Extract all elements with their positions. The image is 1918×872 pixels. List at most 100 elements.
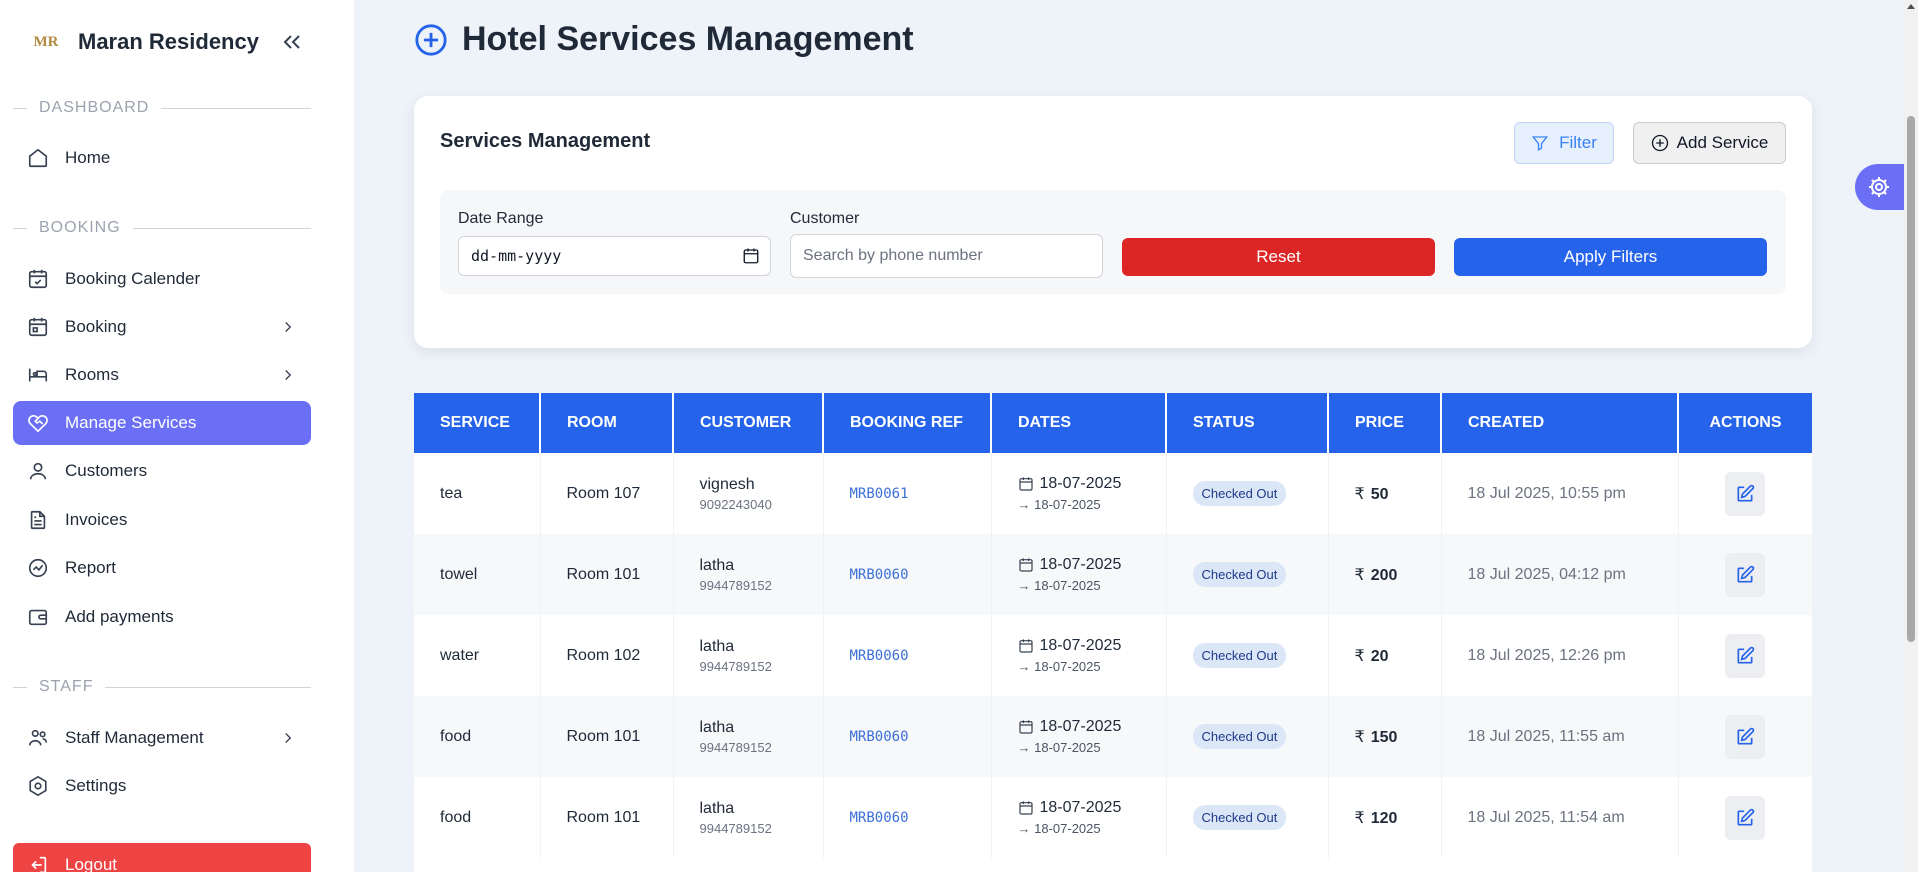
- customer-phone: 9944789152: [699, 577, 772, 593]
- room-cell: Room 102: [540, 615, 674, 696]
- brand[interactable]: MR Maran Residency: [30, 22, 259, 62]
- plus-circle-icon: [1651, 134, 1668, 152]
- services-table: SERVICE ROOM CUSTOMER BOOKING REF DATES …: [414, 393, 1812, 858]
- customer-name: vignesh: [699, 475, 755, 493]
- table-row[interactable]: towel Room 101 latha 9944789152 MRB0060 18-07…: [414, 534, 1812, 615]
- column-header[interactable]: CUSTOMER: [673, 393, 824, 453]
- price-cell: ₹200: [1328, 534, 1442, 615]
- edit-button[interactable]: [1725, 795, 1766, 840]
- date-to-line: → 18-07-2025: [1017, 740, 1101, 755]
- rupee-icon: ₹: [1354, 809, 1365, 827]
- price-value: 150: [1370, 728, 1398, 746]
- table-row[interactable]: tea Room 107 vignesh 9092243040 MRB0061 18-07…: [414, 453, 1812, 534]
- booking-ref-cell: MRB0060: [823, 534, 992, 615]
- date-to: 18-07-2025: [1034, 659, 1101, 674]
- rupee-icon: ₹: [1354, 485, 1365, 503]
- sidebar-item-add-payments[interactable]: Add payments: [13, 595, 311, 639]
- column-header[interactable]: SERVICE: [414, 393, 541, 453]
- sidebar-item-label: Home: [65, 148, 111, 167]
- sidebar-item-manage-services[interactable]: Manage Services: [13, 401, 311, 445]
- column-header[interactable]: STATUS: [1166, 393, 1329, 453]
- customer-phone: 9944789152: [699, 820, 772, 836]
- created-value: 18 Jul 2025, 11:55 am: [1467, 727, 1625, 745]
- add-service-button[interactable]: Add Service: [1633, 122, 1786, 164]
- sidebar-item-label: Report: [65, 558, 117, 577]
- room-cell: Room 101: [540, 696, 674, 777]
- edit-button[interactable]: [1725, 714, 1766, 759]
- column-header[interactable]: DATES: [991, 393, 1167, 453]
- booking-ref-link[interactable]: MRB0060: [850, 810, 909, 826]
- filter-panel: Date Range dd-mm-yyyy Customer Search by…: [440, 190, 1786, 294]
- booking-ref-cell: MRB0060: [823, 615, 992, 696]
- calendar-icon: [1018, 639, 1033, 653]
- dates-cell: 18-07-2025 → 18-07-2025: [991, 777, 1167, 858]
- calendar-icon: [1018, 477, 1033, 491]
- edit-button[interactable]: [1725, 633, 1766, 678]
- customer-cell: vignesh 9092243040: [673, 453, 824, 534]
- apply-filters-button[interactable]: Apply Filters: [1454, 238, 1767, 276]
- sidebar-item-customers[interactable]: Customers: [13, 449, 311, 493]
- brand-logo: MR: [33, 33, 59, 50]
- booking-ref-link[interactable]: MRB0060: [850, 567, 909, 583]
- created-cell: 18 Jul 2025, 10:55 pm: [1441, 453, 1679, 534]
- calendar-icon[interactable]: [742, 247, 760, 265]
- sidebar-item-booking[interactable]: Booking: [13, 305, 311, 349]
- booking-ref-link[interactable]: MRB0060: [850, 729, 909, 745]
- column-header[interactable]: BOOKING REF: [823, 393, 992, 453]
- table-row[interactable]: food Room 101 latha 9944789152 MRB0060 18-07-…: [414, 696, 1812, 777]
- sidebar-item-booking-calender[interactable]: Booking Calender: [13, 257, 311, 301]
- column-header[interactable]: PRICE: [1328, 393, 1442, 453]
- table-header-row: SERVICE ROOM CUSTOMER BOOKING REF DATES …: [414, 393, 1812, 453]
- table-row[interactable]: food Room 101 latha 9944789152 MRB0060 18-07-…: [414, 777, 1812, 858]
- sidebar-item-home[interactable]: Home: [13, 136, 311, 180]
- edit-button[interactable]: [1725, 552, 1766, 597]
- edit-icon: [1737, 484, 1755, 501]
- actions-cell: [1678, 777, 1812, 858]
- collapse-sidebar-icon[interactable]: [280, 30, 304, 54]
- table-row[interactable]: water Room 102 latha 9944789152 MRB0060 18-07…: [414, 615, 1812, 696]
- sidebar-item-invoices[interactable]: Invoices: [13, 498, 311, 542]
- created-value: 18 Jul 2025, 10:55 pm: [1467, 484, 1626, 502]
- sidebar-item-report[interactable]: Report: [13, 546, 311, 590]
- customer-name: latha: [699, 718, 735, 736]
- date-range-input[interactable]: dd-mm-yyyy: [458, 236, 771, 276]
- rupee-icon: ₹: [1354, 647, 1365, 665]
- created-cell: 18 Jul 2025, 11:54 am: [1441, 777, 1679, 858]
- wallet-icon: [28, 609, 48, 626]
- chevron-right-icon: [285, 370, 292, 380]
- sidebar-item-settings[interactable]: Settings: [13, 764, 311, 808]
- filter-icon: [1531, 136, 1549, 151]
- logout-button[interactable]: Logout: [13, 843, 311, 872]
- sidebar-item-label: Add payments: [65, 607, 174, 626]
- actions-cell: [1678, 453, 1812, 534]
- user-icon: [29, 462, 47, 480]
- status-cell: Checked Out: [1166, 696, 1329, 777]
- sidebar-item-label: Staff Management: [65, 728, 204, 747]
- settings-fab[interactable]: [1855, 164, 1905, 210]
- rupee-icon: ₹: [1354, 566, 1365, 584]
- actions-cell: [1678, 696, 1812, 777]
- scroll-up-arrow[interactable]: [1907, 4, 1915, 9]
- customer-phone: 9944789152: [699, 658, 772, 674]
- created-cell: 18 Jul 2025, 12:26 pm: [1441, 615, 1679, 696]
- created-cell: 18 Jul 2025, 04:12 pm: [1441, 534, 1679, 615]
- reset-button[interactable]: Reset: [1122, 238, 1435, 276]
- status-cell: Checked Out: [1166, 615, 1329, 696]
- filter-button[interactable]: Filter: [1514, 122, 1614, 164]
- calendar-icon: [28, 317, 48, 337]
- customer-search-input[interactable]: Search by phone number: [790, 234, 1103, 278]
- date-from: 18-07-2025: [1039, 718, 1122, 735]
- booking-ref-link[interactable]: MRB0060: [850, 648, 909, 664]
- edit-button[interactable]: [1725, 471, 1766, 516]
- column-header[interactable]: CREATED: [1441, 393, 1679, 453]
- scroll-thumb[interactable]: [1907, 116, 1915, 642]
- page-scrollbar[interactable]: [1904, 0, 1918, 872]
- column-header[interactable]: ROOM: [540, 393, 674, 453]
- dates-cell: 18-07-2025 → 18-07-2025: [991, 696, 1167, 777]
- date-to: 18-07-2025: [1034, 740, 1101, 755]
- status-cell: Checked Out: [1166, 777, 1329, 858]
- booking-ref-link[interactable]: MRB0061: [850, 486, 909, 502]
- sidebar-item-rooms[interactable]: Rooms: [13, 353, 311, 397]
- booking-ref-cell: MRB0060: [823, 696, 992, 777]
- sidebar-item-staff-management[interactable]: Staff Management: [13, 716, 311, 760]
